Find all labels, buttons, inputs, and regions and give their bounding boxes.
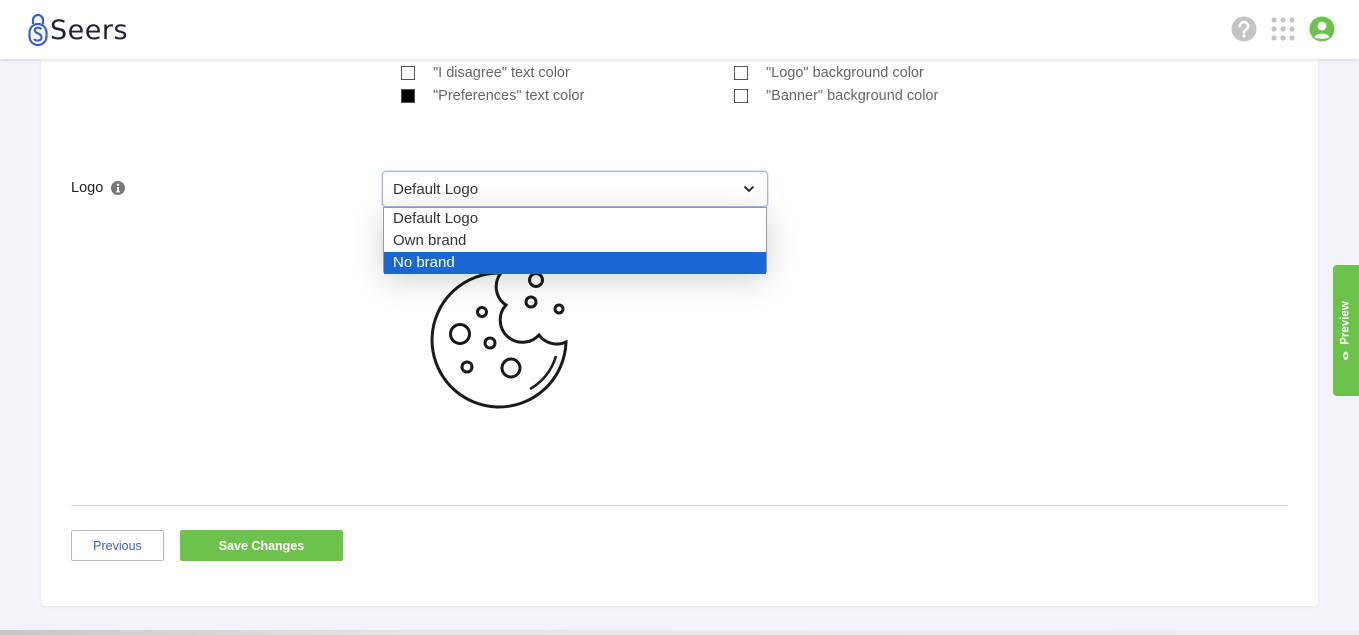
color-option-preferences[interactable]: "Preferences" text color — [401, 88, 584, 104]
section-divider — [71, 505, 1288, 506]
settings-card: "I disagree" text color "Preferences" te… — [41, 59, 1318, 606]
color-option-i-disagree[interactable]: "I disagree" text color — [401, 65, 570, 81]
user-account-icon[interactable] — [1309, 16, 1335, 42]
seers-logo-icon — [28, 13, 48, 47]
logo-dropdown-list: Default Logo Own brand No brand — [383, 207, 767, 274]
help-icon[interactable] — [1231, 16, 1257, 42]
info-icon[interactable] — [111, 181, 126, 195]
color-swatch[interactable] — [401, 89, 415, 103]
save-changes-button[interactable]: Save Changes — [180, 530, 343, 561]
cookie-icon — [430, 271, 568, 409]
top-header: Seers — [0, 0, 1359, 59]
eye-icon — [1343, 350, 1349, 360]
color-swatch[interactable] — [734, 89, 748, 103]
logo-field-label: Logo — [71, 180, 126, 196]
logo-option-own-brand[interactable]: Own brand — [384, 230, 766, 252]
color-swatch[interactable] — [401, 66, 415, 80]
logo-select[interactable]: Default Logo — [382, 171, 768, 207]
color-option-label: "Logo" background color — [766, 65, 924, 81]
logo-option-default-logo[interactable]: Default Logo — [384, 208, 766, 230]
color-option-logo-background[interactable]: "Logo" background color — [734, 65, 924, 81]
chevron-down-icon — [743, 185, 755, 193]
color-option-banner-background[interactable]: "Banner" background color — [734, 88, 938, 104]
color-swatch[interactable] — [734, 66, 748, 80]
color-option-label: "Preferences" text color — [433, 88, 585, 104]
brand-logo[interactable]: Seers — [28, 12, 128, 48]
horizontal-scrollbar[interactable] — [0, 630, 1359, 635]
logo-option-no-brand[interactable]: No brand — [384, 252, 766, 274]
color-option-label: "I disagree" text color — [433, 65, 570, 81]
previous-button[interactable]: Previous — [71, 530, 164, 561]
brand-name: Seers — [50, 14, 129, 46]
color-option-label: "Banner" background color — [766, 88, 939, 104]
preview-tab[interactable]: Preview — [1333, 265, 1359, 396]
logo-select-value: Default Logo — [393, 181, 479, 198]
apps-grid-icon[interactable] — [1270, 16, 1296, 42]
logo-label-text: Logo — [71, 180, 104, 196]
preview-label: Preview — [1340, 300, 1353, 345]
